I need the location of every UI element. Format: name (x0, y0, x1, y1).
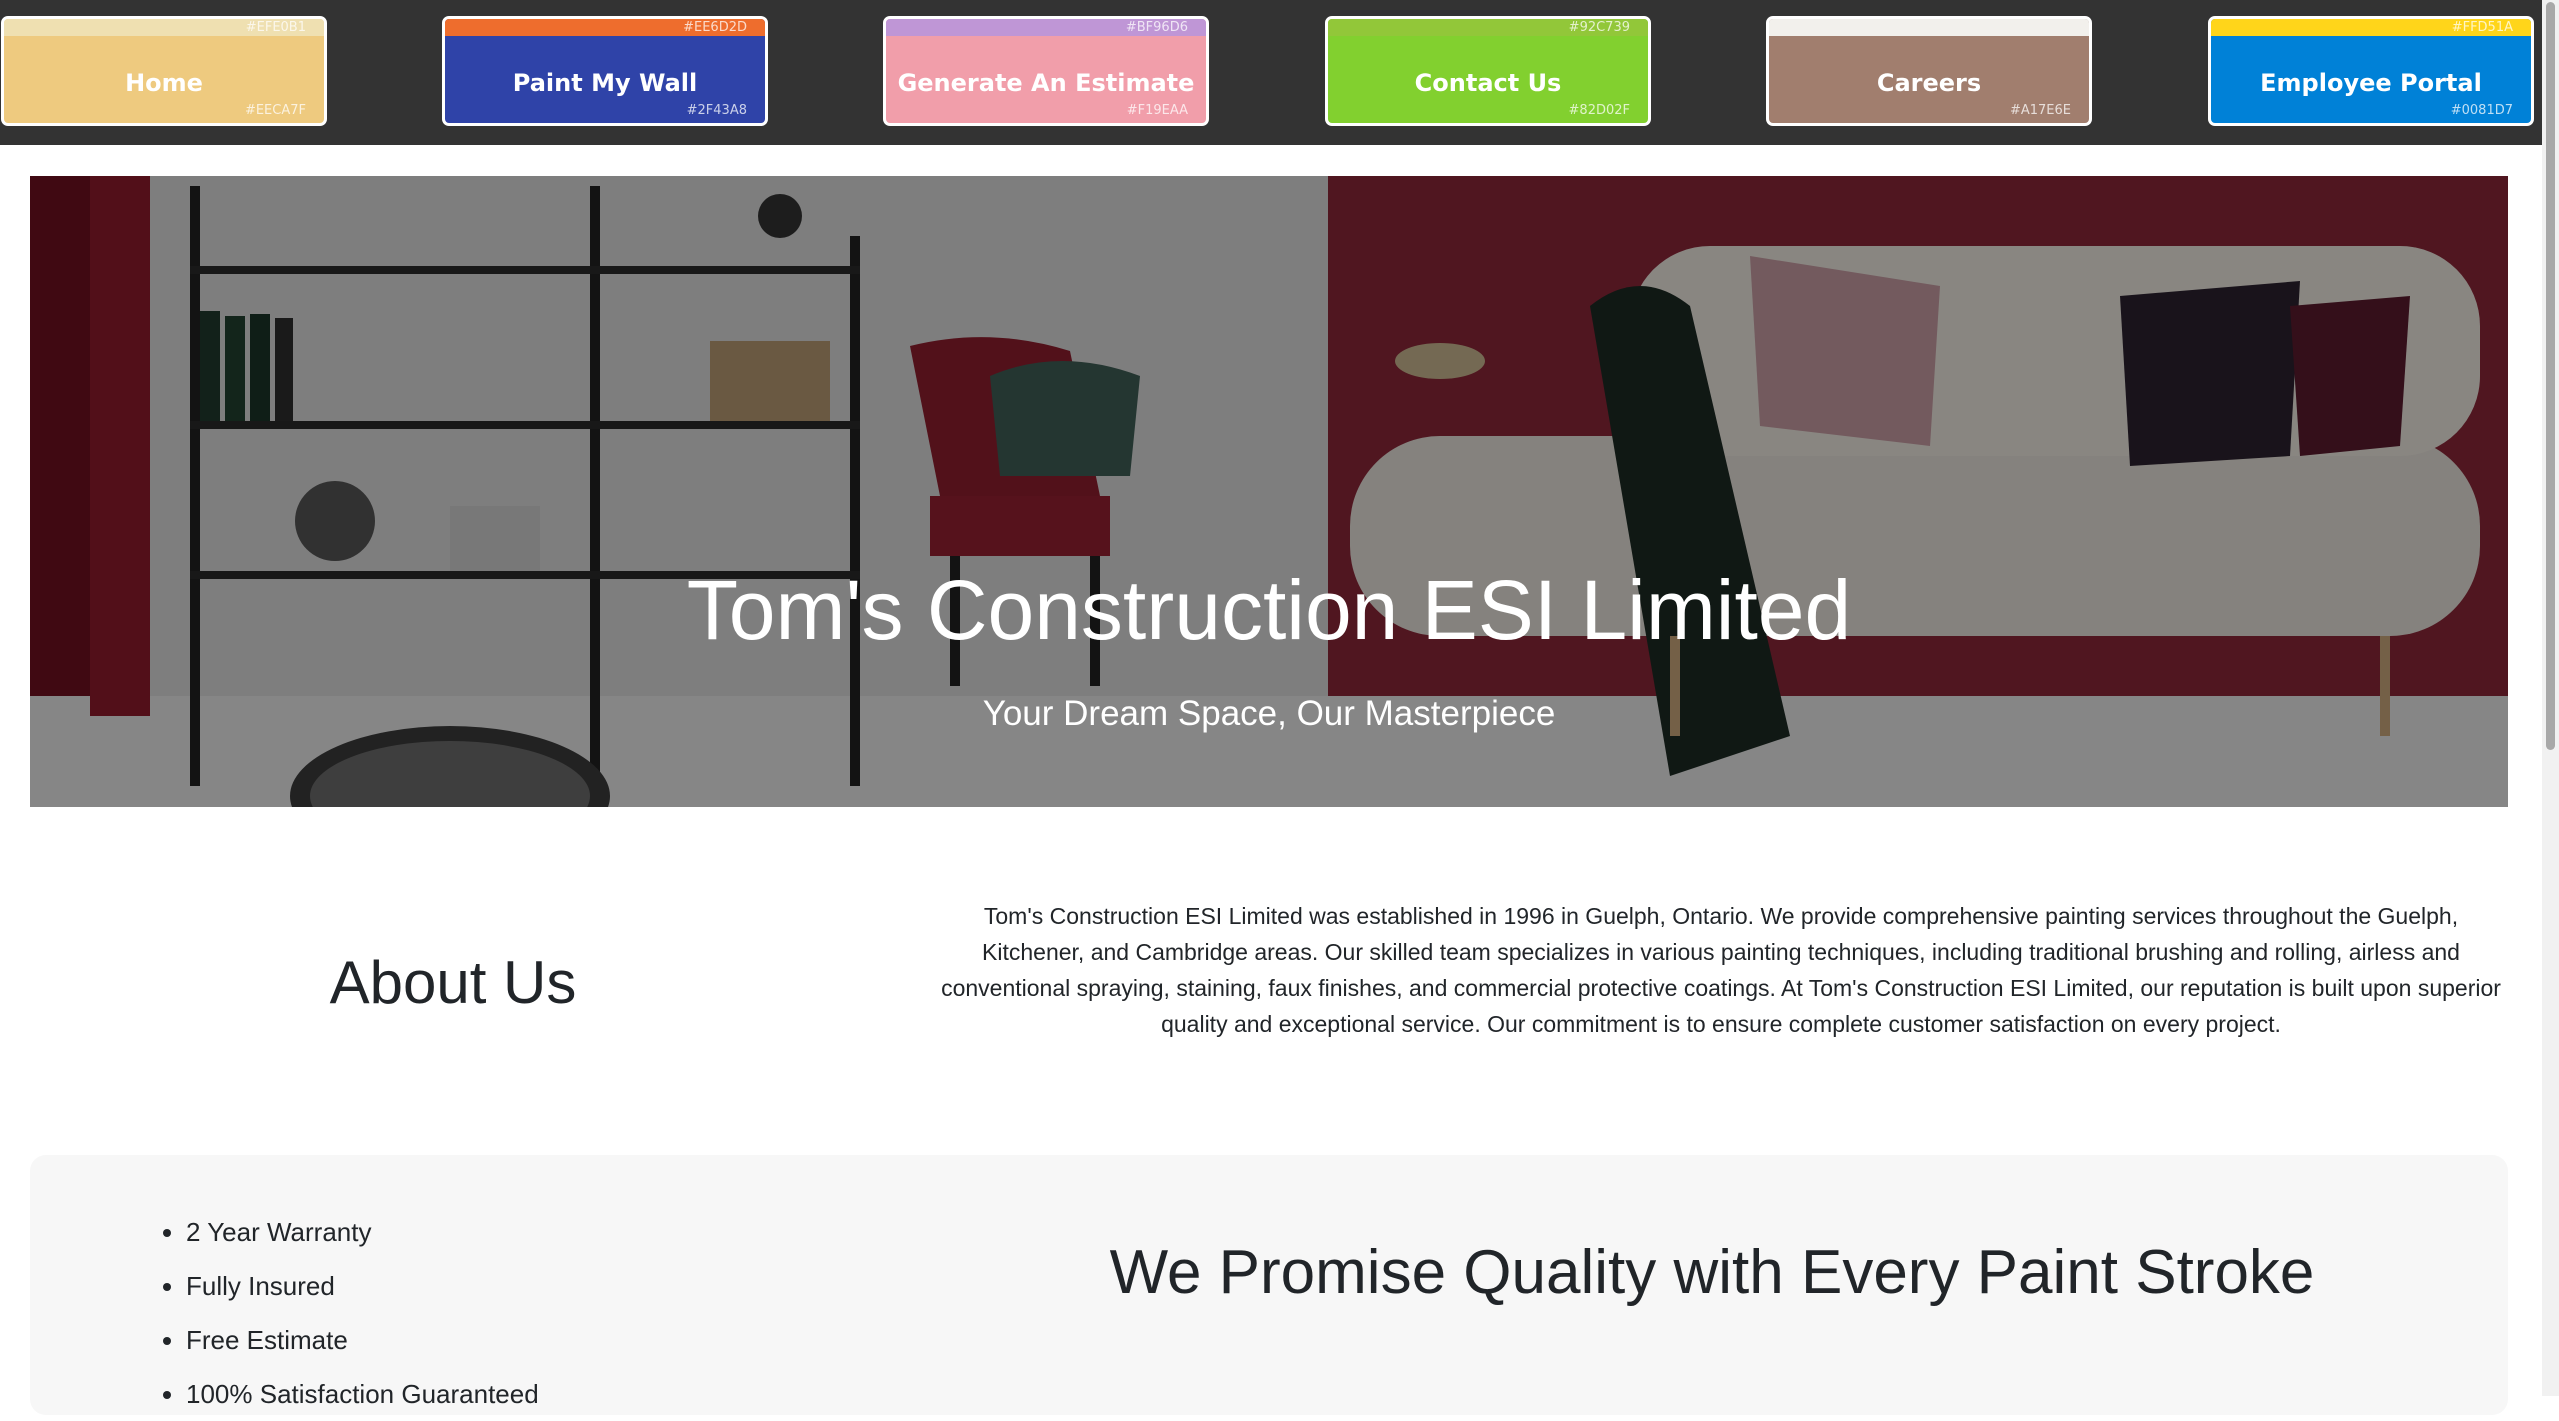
nav-employee-portal-button[interactable]: #FFD51A Employee Portal #0081D7 (2208, 16, 2534, 126)
features-list: 2 Year Warranty Fully Insured Free Estim… (156, 1205, 539, 1421)
nav-careers-button[interactable]: Careers #A17E6E (1766, 16, 2092, 126)
hex-code-top: #EE6D2D (683, 20, 747, 35)
about-us-heading: About Us (329, 949, 577, 1016)
quality-promise-heading: We Promise Quality with Every Paint Stro… (1109, 1238, 2315, 1307)
hex-code-bottom: #0081D7 (2450, 103, 2513, 118)
hex-code-top: #FFD51A (2451, 20, 2513, 35)
hex-code-bottom: #F19EAA (1126, 103, 1188, 118)
list-item: 100% Satisfaction Guaranteed (186, 1367, 539, 1421)
nav-generate-estimate-button[interactable]: #BF96D6 Generate An Estimate #F19EAA (883, 16, 1209, 126)
list-item: Free Estimate (186, 1313, 539, 1367)
top-navigation-bar: #EFE0B1 Home #EECA7F #EE6D2D Paint My Wa… (0, 0, 2542, 145)
nav-generate-estimate-label: Generate An Estimate (897, 69, 1195, 97)
nav-paint-my-wall-label: Paint My Wall (512, 69, 698, 97)
hero-banner: Tom's Construction ESI Limited Your Drea… (30, 176, 2508, 807)
scrollbar-thumb[interactable] (2546, 2, 2555, 750)
features-section: 2 Year Warranty Fully Insured Free Estim… (30, 1155, 2508, 1415)
hero-subtitle: Your Dream Space, Our Masterpiece (982, 694, 1556, 733)
color-swatch (1769, 19, 2089, 36)
hex-code-top: #EFE0B1 (245, 20, 306, 35)
list-item: 2 Year Warranty (186, 1205, 539, 1259)
nav-employee-portal-label: Employee Portal (2260, 69, 2482, 97)
hex-code-bottom: #A17E6E (2009, 103, 2071, 118)
nav-contact-us-label: Contact Us (1414, 69, 1562, 97)
hero-title: Tom's Construction ESI Limited (686, 563, 1852, 657)
nav-home-button[interactable]: #EFE0B1 Home #EECA7F (1, 16, 327, 126)
list-item: Fully Insured (186, 1259, 539, 1313)
nav-contact-us-button[interactable]: #92C739 Contact Us #82D02F (1325, 16, 1651, 126)
hex-code-top: #BF96D6 (1125, 20, 1188, 35)
page-scrollbar[interactable] (2542, 0, 2559, 1396)
hex-code-top: #92C739 (1568, 20, 1630, 35)
hex-code-bottom: #EECA7F (244, 103, 306, 118)
hex-code-bottom: #82D02F (1568, 103, 1630, 118)
nav-paint-my-wall-button[interactable]: #EE6D2D Paint My Wall #2F43A8 (442, 16, 768, 126)
nav-careers-label: Careers (1876, 69, 1982, 97)
about-us-text: Tom's Construction ESI Limited was estab… (941, 903, 2501, 1037)
hex-code-bottom: #2F43A8 (686, 103, 747, 118)
nav-home-label: Home (125, 69, 203, 97)
